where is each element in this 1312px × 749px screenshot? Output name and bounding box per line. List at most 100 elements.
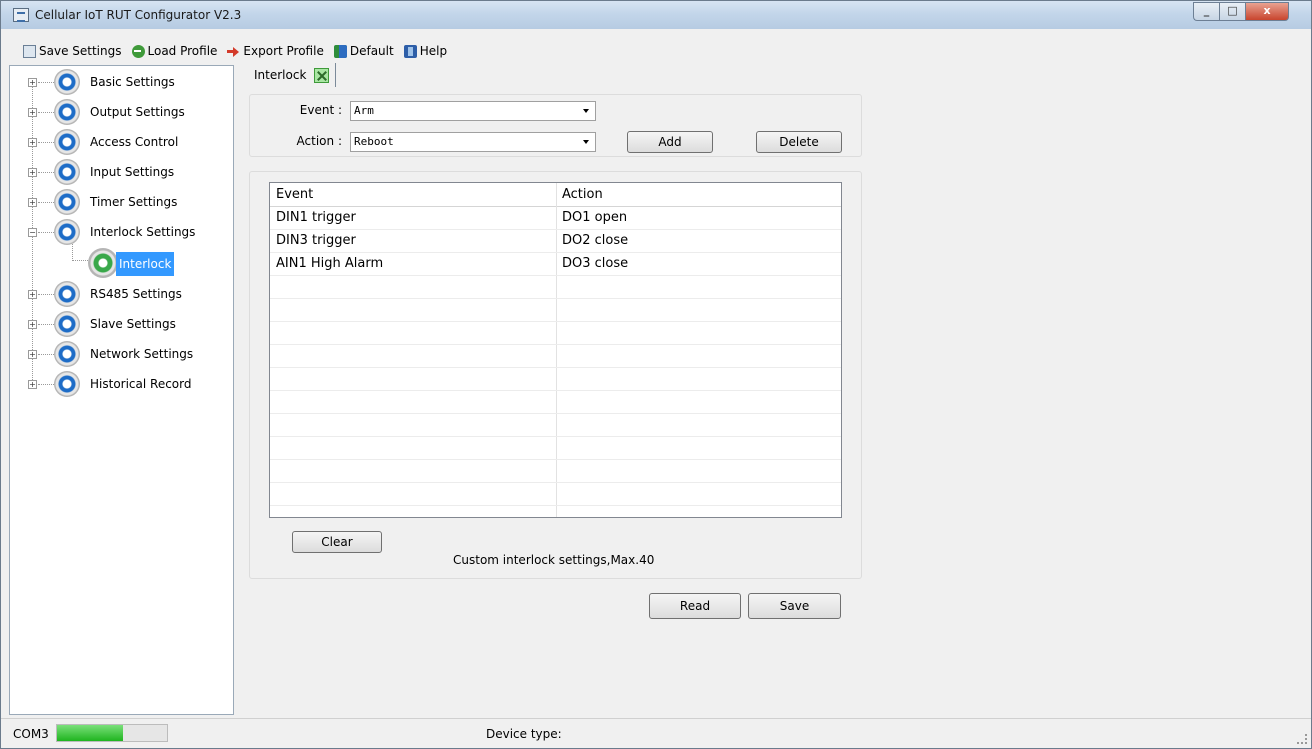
tree-item-interlock-settings[interactable]: − Interlock Settings (10, 217, 233, 247)
close-button[interactable]: x (1245, 2, 1289, 21)
tree-item-label: Network Settings (90, 347, 194, 361)
table-row-empty (270, 345, 841, 368)
tree-item-label: Access Control (90, 135, 179, 149)
table-row-empty (270, 368, 841, 391)
tree-item-label: Input Settings (90, 165, 175, 179)
tab-interlock[interactable]: Interlock (248, 63, 337, 87)
table-row[interactable]: AIN1 High Alarm DO3 close (270, 253, 841, 276)
column-header-event[interactable]: Event (276, 187, 313, 202)
tab-close-icon[interactable] (314, 67, 330, 83)
table-row-empty (270, 414, 841, 437)
settings-tree: + Basic Settings + Output Settings + Acc… (9, 65, 234, 715)
maximize-icon: □ (1227, 4, 1238, 17)
status-bar: COM3 Device type: (1, 718, 1311, 748)
tree-item-rs485-settings[interactable]: + RS485 Settings (10, 279, 233, 309)
tree-item-label: Interlock (116, 252, 175, 276)
read-button[interactable]: Read (649, 593, 741, 619)
tree-item-input-settings[interactable]: + Input Settings (10, 157, 233, 187)
tree-item-label: Historical Record (90, 377, 192, 391)
gear-icon (88, 248, 118, 278)
collapse-icon[interactable]: − (28, 227, 37, 237)
interlock-table[interactable]: Event Action DIN1 trigger DO1 open DIN3 … (269, 182, 842, 518)
tab-label: Interlock (254, 68, 307, 82)
save-settings-button[interactable]: Save Settings (23, 44, 122, 58)
action-label: Action : (296, 134, 342, 148)
tree-item-slave-settings[interactable]: + Slave Settings (10, 309, 233, 339)
app-icon (13, 8, 29, 22)
tree-item-label: Output Settings (90, 105, 185, 119)
minimize-icon: _ (1203, 4, 1210, 17)
default-button[interactable]: Default (333, 44, 394, 58)
progress-fill (57, 725, 123, 741)
table-row-empty (270, 437, 841, 460)
tree-item-label: Slave Settings (90, 317, 176, 331)
save-button[interactable]: Save (748, 593, 841, 619)
gear-icon (54, 371, 80, 397)
action-select-value: Reboot (354, 135, 394, 148)
window-title: Cellular IoT RUT Configurator V2.3 (35, 8, 242, 22)
table-row-empty (270, 483, 841, 506)
tab-bar: Interlock (240, 63, 1310, 87)
event-select[interactable]: Arm (350, 101, 596, 121)
resize-grip-icon[interactable] (1297, 734, 1307, 744)
tree-item-label: Interlock Settings (90, 225, 196, 239)
event-label: Event : (299, 103, 342, 117)
table-row-empty (270, 322, 841, 345)
gear-icon (54, 219, 80, 245)
title-bar[interactable]: Cellular IoT RUT Configurator V2.3 _ □ x (1, 1, 1311, 29)
expand-icon[interactable]: + (28, 319, 37, 329)
table-cell: DO1 open (562, 210, 628, 225)
app-window: Cellular IoT RUT Configurator V2.3 _ □ x… (0, 0, 1312, 749)
gear-icon (54, 129, 80, 155)
table-cell: AIN1 High Alarm (276, 256, 384, 271)
export-profile-button[interactable]: Export Profile (227, 44, 324, 58)
tree-item-label: Timer Settings (90, 195, 178, 209)
tree-item-access-control[interactable]: + Access Control (10, 127, 233, 157)
tree-item-basic-settings[interactable]: + Basic Settings (10, 67, 233, 97)
gear-icon (54, 159, 80, 185)
default-icon (333, 44, 347, 58)
action-select[interactable]: Reboot (350, 132, 596, 152)
table-row[interactable]: DIN3 trigger DO2 close (270, 230, 841, 253)
tree-item-label: Basic Settings (90, 75, 175, 89)
expand-icon[interactable]: + (28, 289, 37, 299)
gear-icon (54, 281, 80, 307)
table-row[interactable]: DIN1 trigger DO1 open (270, 207, 841, 230)
load-profile-button[interactable]: Load Profile (131, 44, 218, 58)
expand-icon[interactable]: + (28, 137, 37, 147)
tree-item-historical-record[interactable]: + Historical Record (10, 369, 233, 399)
export-icon (227, 45, 240, 58)
expand-icon[interactable]: + (28, 349, 37, 359)
clear-button[interactable]: Clear (292, 531, 382, 553)
gear-icon (54, 311, 80, 337)
expand-icon[interactable]: + (28, 197, 37, 207)
expand-icon[interactable]: + (28, 77, 37, 87)
tree-item-timer-settings[interactable]: + Timer Settings (10, 187, 233, 217)
chevron-down-icon (583, 140, 589, 144)
maximize-button[interactable]: □ (1219, 2, 1245, 21)
default-label: Default (349, 44, 394, 58)
export-profile-label: Export Profile (243, 44, 324, 58)
minimize-button[interactable]: _ (1193, 2, 1219, 21)
table-row-empty (270, 391, 841, 414)
connection-progress (56, 724, 168, 742)
load-profile-label: Load Profile (147, 44, 218, 58)
save-icon (23, 44, 36, 58)
column-header-action[interactable]: Action (562, 187, 603, 202)
expand-icon[interactable]: + (28, 107, 37, 117)
add-button[interactable]: Add (627, 131, 713, 153)
tree-item-output-settings[interactable]: + Output Settings (10, 97, 233, 127)
expand-icon[interactable]: + (28, 379, 37, 389)
expand-icon[interactable]: + (28, 167, 37, 177)
tree-item-network-settings[interactable]: + Network Settings (10, 339, 233, 369)
device-type-label: Device type: (486, 727, 562, 741)
tree-item-interlock[interactable]: Interlock (10, 244, 233, 278)
event-select-value: Arm (354, 104, 374, 117)
table-cell: DIN3 trigger (276, 233, 356, 248)
toolbar: Save Settings Load Profile Export Profil… (1, 39, 1311, 63)
help-button[interactable]: Help (403, 44, 447, 58)
gear-icon (54, 341, 80, 367)
window-controls: _ □ x (1193, 2, 1289, 21)
table-cell: DO3 close (562, 256, 629, 271)
delete-button[interactable]: Delete (756, 131, 842, 153)
